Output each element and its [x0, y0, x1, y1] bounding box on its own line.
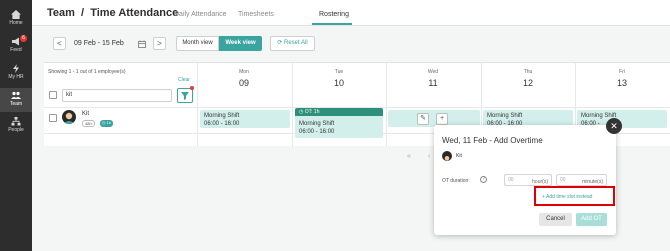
- filter-button[interactable]: [177, 88, 193, 103]
- page-header: Team / Time Attendance Daily Attendance …: [32, 0, 670, 26]
- add-ot-button[interactable]: Add OT: [576, 213, 607, 226]
- day-number: 11: [428, 78, 438, 88]
- week-view-button[interactable]: Week view: [219, 36, 262, 51]
- avatar: [442, 151, 452, 161]
- shift-name: Morning Shift: [299, 121, 335, 127]
- row-checkbox[interactable]: [49, 114, 57, 122]
- date-range[interactable]: 09 Feb - 15 Feb: [74, 40, 124, 47]
- month-view-button[interactable]: Month view: [176, 36, 219, 51]
- shift-name: Morning Shift: [487, 113, 523, 119]
- page-title: Team / Time Attendance: [47, 7, 179, 19]
- team-icon: [11, 91, 21, 99]
- add-overtime-popup: Wed, 11 Feb - Add Overtime Kit OT durati…: [434, 125, 616, 235]
- hours-badge: 48h: [82, 120, 95, 127]
- prev-week-button[interactable]: <: [53, 37, 66, 50]
- day-name: Tue: [334, 69, 344, 75]
- nav-label: My HR: [8, 74, 24, 80]
- popup-title: Wed, 11 Feb - Add Overtime: [442, 136, 543, 145]
- avatar-image: [63, 112, 75, 124]
- hours-input[interactable]: 00 hour(s): [504, 174, 552, 186]
- plus-icon: +: [439, 115, 445, 122]
- avatar-image: [444, 156, 450, 161]
- prev-page-button[interactable]: ‹: [428, 153, 430, 160]
- clear-filter-link[interactable]: Clear: [178, 77, 190, 83]
- tab-timesheets[interactable]: Timesheets: [238, 11, 274, 18]
- calendar-icon[interactable]: [138, 40, 146, 48]
- day-name: Mon: [239, 69, 249, 75]
- nav-team[interactable]: Team: [0, 88, 32, 112]
- filter-active-dot: [190, 86, 194, 90]
- nav-people[interactable]: People: [0, 117, 32, 133]
- shift-name: Morning Shift: [204, 113, 240, 119]
- tab-daily-attendance[interactable]: Daily Attendance: [174, 11, 227, 18]
- first-page-button[interactable]: «: [407, 153, 411, 160]
- results-count: Showing 1 - 1 out of 1 employee(s): [48, 69, 126, 75]
- nav-label: Team: [9, 101, 23, 107]
- lightning-icon: [13, 64, 19, 73]
- ot-badge: ◷ 1h: [100, 120, 114, 127]
- employee-search-input[interactable]: kit: [62, 89, 172, 102]
- tab-rostering[interactable]: Rostering: [319, 11, 349, 18]
- highlight-box: + Add time slot instead: [534, 186, 615, 206]
- shift-block-tue[interactable]: Morning Shift 06:00 - 16:00: [295, 116, 383, 138]
- nav-label: Home: [9, 20, 23, 26]
- edit-button[interactable]: ✎: [417, 113, 429, 125]
- nav-feed[interactable]: 6 Feed: [0, 35, 32, 53]
- active-tab-indicator: [312, 23, 352, 25]
- ot-badge-label: 1h: [106, 120, 112, 125]
- avatar[interactable]: [62, 110, 76, 124]
- ot-tag-label: OT: 1h: [304, 109, 320, 115]
- day-name: Fri: [619, 69, 625, 75]
- ot-duration-label: OT duration:: [442, 178, 470, 184]
- home-icon: [11, 10, 21, 19]
- reset-label: Reset All: [284, 40, 308, 46]
- ot-tag: ◷ OT: 1h: [295, 108, 383, 116]
- column-divider: [386, 63, 387, 147]
- add-time-slot-link[interactable]: + Add time slot instead: [542, 194, 592, 200]
- shift-time: 06:00 - 16:00: [204, 121, 240, 127]
- notification-badge: 6: [20, 35, 27, 42]
- hours-placeholder: 00: [508, 177, 514, 183]
- nav-my-hr[interactable]: My HR: [0, 64, 32, 80]
- day-number: 13: [616, 78, 627, 88]
- day-number: 12: [522, 78, 533, 88]
- day-number: 10: [333, 78, 344, 88]
- filter-icon: [181, 92, 189, 100]
- employee-name[interactable]: Kit: [82, 111, 89, 117]
- reset-all-button[interactable]: ⟳ Reset All: [270, 36, 315, 51]
- select-all-checkbox[interactable]: [49, 91, 57, 99]
- cancel-button[interactable]: Cancel: [539, 213, 572, 226]
- minutes-placeholder: 00: [560, 177, 566, 183]
- pencil-icon: ✎: [420, 115, 426, 122]
- minutes-input[interactable]: 00 minute(s): [556, 174, 607, 186]
- day-number: 09: [238, 78, 249, 88]
- shift-block-mon[interactable]: Morning Shift 06:00 - 16:00: [200, 110, 290, 128]
- shift-time: 06:00 - 16:00: [299, 129, 335, 135]
- day-name: Wed: [427, 69, 439, 75]
- close-popup-button[interactable]: ✕: [606, 118, 622, 134]
- left-nav: Home 6 Feed My HR Team People: [0, 0, 32, 251]
- nav-label: People: [8, 127, 24, 133]
- nav-home[interactable]: Home: [0, 10, 32, 26]
- column-divider: [197, 63, 198, 147]
- info-icon[interactable]: ?: [480, 176, 487, 183]
- day-name: Thu: [523, 69, 533, 75]
- popup-employee-name: Kit: [456, 153, 462, 159]
- shift-name: Morning Shift: [581, 113, 617, 119]
- add-button[interactable]: +: [436, 113, 448, 125]
- column-divider: [292, 63, 293, 147]
- close-icon: ✕: [610, 121, 618, 131]
- nav-label: Feed: [10, 47, 22, 53]
- refresh-icon: ⟳: [277, 40, 284, 46]
- org-chart-icon: [11, 117, 21, 126]
- next-week-button[interactable]: >: [153, 37, 166, 50]
